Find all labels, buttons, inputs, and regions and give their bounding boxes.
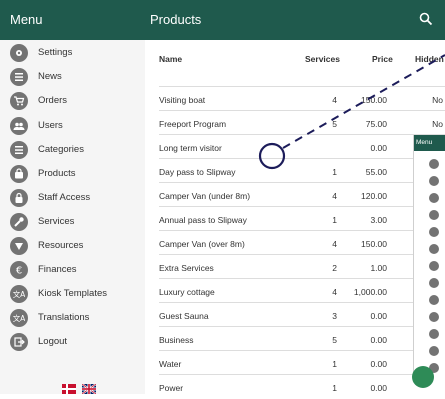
drag-gesture — [258, 54, 445, 170]
